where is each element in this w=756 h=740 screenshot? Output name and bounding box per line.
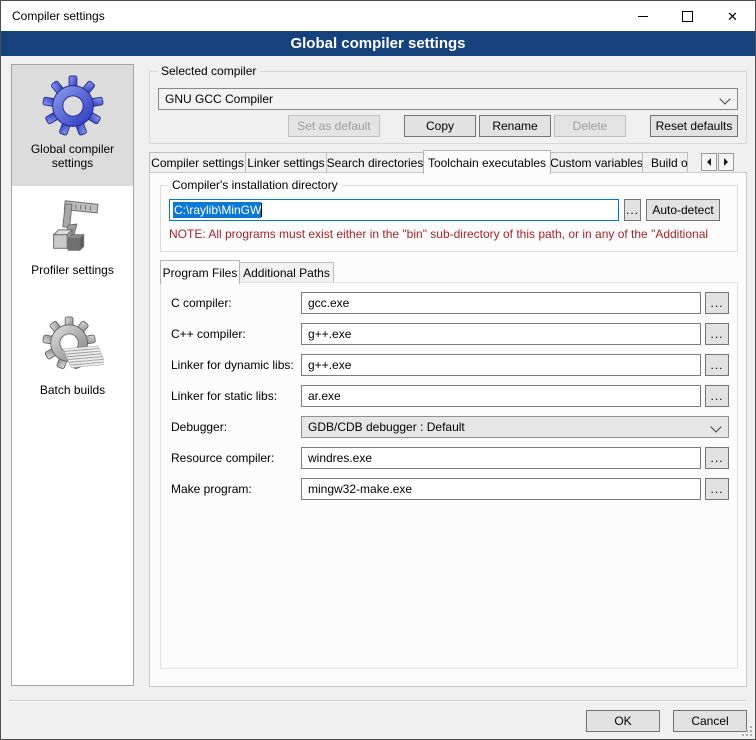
triangle-right-icon [724, 158, 728, 166]
close-icon: ✕ [727, 10, 738, 23]
sidebar-item-batch-builds[interactable]: Batch builds [12, 306, 133, 414]
compiler-settings-dialog: Compiler settings ✕ Global compiler sett… [0, 0, 756, 740]
field-row-cpp-compiler: C++ compiler: g++.exe ... [169, 323, 729, 345]
tab-compiler-settings[interactable]: Compiler settings [149, 152, 246, 172]
selected-text: C:\raylib\MinGW [173, 202, 261, 218]
tab-custom-variables[interactable]: Custom variables [550, 152, 643, 172]
settings-category-list: Global compiler settings Profiler settin… [11, 64, 134, 686]
selected-compiler-group-label: Selected compiler [157, 64, 260, 79]
field-row-debugger: Debugger: GDB/CDB debugger : Default [169, 416, 729, 438]
caliper-icon [42, 196, 104, 258]
installation-directory-group: Compiler's installation directory C:\ray… [160, 185, 738, 252]
close-button[interactable]: ✕ [710, 1, 755, 31]
browse-button[interactable]: ... [705, 323, 729, 345]
field-row-resource-compiler: Resource compiler: windres.exe ... [169, 447, 729, 469]
debugger-select[interactable]: GDB/CDB debugger : Default [301, 416, 729, 438]
field-label: C++ compiler: [169, 327, 301, 341]
gray-gear-stack-icon [42, 316, 104, 378]
dynamic-linker-value: g++.exe [308, 358, 351, 372]
browse-button[interactable]: ... [705, 385, 729, 407]
titlebar: Compiler settings ✕ [1, 1, 755, 31]
installation-directory-row: C:\raylib\MinGW ... Auto-detect [169, 199, 729, 221]
field-label: Resource compiler: [169, 451, 301, 465]
blue-gear-icon [42, 75, 104, 137]
reset-defaults-button[interactable]: Reset defaults [650, 115, 738, 137]
bin-subdirectory-note: NOTE: All programs must exist either in … [169, 227, 736, 241]
field-label: Debugger: [169, 420, 301, 434]
cpp-compiler-value: g++.exe [308, 327, 351, 341]
sidebar-item-label: Profiler settings [27, 263, 118, 277]
set-as-default-button[interactable]: Set as default [288, 115, 380, 137]
subtab-additional-paths[interactable]: Additional Paths [239, 262, 334, 282]
programs-subtabbar: Program Files Additional Paths [160, 260, 333, 282]
tab-scroll-right-button[interactable] [718, 153, 734, 171]
tab-search-directories[interactable]: Search directories [326, 152, 424, 172]
dropdown-chevron-icon [719, 93, 730, 104]
c-compiler-value: gcc.exe [308, 296, 349, 310]
sidebar-item-label: Batch builds [36, 383, 109, 397]
selected-compiler-group: Selected compiler GNU GCC Compiler Set a… [149, 71, 747, 144]
field-label: Linker for dynamic libs: [169, 358, 301, 372]
compiler-select-value: GNU GCC Compiler [165, 92, 273, 106]
static-linker-input[interactable]: ar.exe [301, 385, 701, 407]
browse-button[interactable]: ... [705, 292, 729, 314]
ok-button[interactable]: OK [586, 710, 660, 732]
installation-directory-input[interactable]: C:\raylib\MinGW [169, 199, 619, 221]
tab-scroll-buttons [701, 153, 734, 171]
text-caret [261, 203, 262, 217]
page-title: Global compiler settings [1, 31, 755, 56]
debugger-select-value: GDB/CDB debugger : Default [308, 420, 465, 434]
tab-build-options[interactable]: Build options [642, 152, 688, 172]
sidebar-item-label: Global compiler settings [12, 142, 133, 170]
browse-button[interactable]: ... [705, 478, 729, 500]
c-compiler-input[interactable]: gcc.exe [301, 292, 701, 314]
resource-compiler-value: windres.exe [308, 451, 372, 465]
subtab-program-files[interactable]: Program Files [160, 260, 240, 284]
static-linker-value: ar.exe [308, 389, 341, 403]
cpp-compiler-input[interactable]: g++.exe [301, 323, 701, 345]
browse-button[interactable]: ... [705, 447, 729, 469]
minimize-icon [638, 16, 648, 17]
field-row-make-program: Make program: mingw32-make.exe ... [169, 478, 729, 500]
program-files-panel: C compiler: gcc.exe ... C++ compiler: g+… [160, 282, 738, 669]
dynamic-linker-input[interactable]: g++.exe [301, 354, 701, 376]
minimize-button[interactable] [620, 1, 665, 31]
maximize-icon [682, 11, 693, 22]
make-program-input[interactable]: mingw32-make.exe [301, 478, 701, 500]
compiler-buttons-row: Set as default Copy Rename Delete Reset … [288, 115, 738, 137]
field-label: Make program: [169, 482, 301, 496]
field-label: C compiler: [169, 296, 301, 310]
field-row-static-linker: Linker for static libs: ar.exe ... [169, 385, 729, 407]
field-label: Linker for static libs: [169, 389, 301, 403]
resource-compiler-input[interactable]: windres.exe [301, 447, 701, 469]
caption-buttons: ✕ [620, 1, 755, 31]
field-row-dynamic-linker: Linker for dynamic libs: g++.exe ... [169, 354, 729, 376]
tab-scroll-left-button[interactable] [701, 153, 717, 171]
delete-button[interactable]: Delete [554, 115, 626, 137]
tab-linker-settings[interactable]: Linker settings [245, 152, 327, 172]
tab-toolchain-executables[interactable]: Toolchain executables [423, 150, 551, 174]
triangle-left-icon [707, 158, 711, 166]
browse-button[interactable]: ... [705, 354, 729, 376]
footer-separator [9, 700, 747, 702]
make-program-value: mingw32-make.exe [308, 482, 412, 496]
compiler-select[interactable]: GNU GCC Compiler [158, 88, 738, 110]
browse-directory-button[interactable]: ... [624, 199, 641, 221]
window-title: Compiler settings [1, 9, 105, 23]
sidebar-item-global-compiler-settings[interactable]: Global compiler settings [12, 65, 133, 186]
rename-button[interactable]: Rename [479, 115, 551, 137]
field-row-c-compiler: C compiler: gcc.exe ... [169, 292, 729, 314]
installation-directory-group-label: Compiler's installation directory [168, 178, 342, 193]
auto-detect-button[interactable]: Auto-detect [646, 199, 720, 221]
maximize-button[interactable] [665, 1, 710, 31]
settings-tabbar: Compiler settings Linker settings Search… [149, 150, 749, 172]
toolchain-executables-page: Compiler's installation directory C:\ray… [149, 172, 747, 687]
cancel-button[interactable]: Cancel [673, 710, 747, 732]
sidebar-item-profiler-settings[interactable]: Profiler settings [12, 186, 133, 306]
copy-button[interactable]: Copy [404, 115, 476, 137]
dropdown-chevron-icon [710, 421, 721, 432]
resize-grip[interactable] [750, 734, 752, 736]
